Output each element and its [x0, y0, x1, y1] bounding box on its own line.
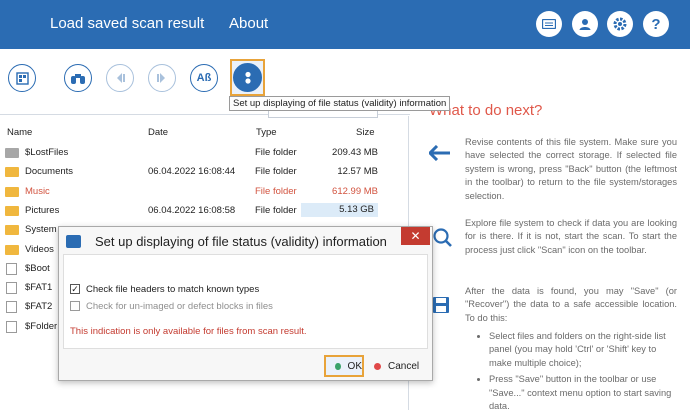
folder-icon: [5, 225, 19, 236]
availability-note: This indication is only available for fi…: [70, 326, 307, 337]
top-bar: Load saved scan result About ?: [0, 0, 690, 49]
view-mode-icon[interactable]: [8, 64, 36, 92]
check-blocks-label[interactable]: Check for un-imaged or defect blocks in …: [86, 301, 273, 312]
case-sensitive-icon[interactable]: Aß: [190, 64, 218, 92]
check-blocks-checkbox[interactable]: [70, 301, 80, 311]
cell-size: 209.43 MB: [332, 147, 378, 158]
help-paragraph-1: Revise contents of this file system. Mak…: [465, 137, 677, 201]
file-status-icon[interactable]: [233, 63, 262, 92]
cell-type: File folder: [255, 147, 297, 158]
help-panel: What to do next? Revise contents of this…: [410, 100, 690, 411]
check-headers-label[interactable]: Check file headers to match known types: [86, 284, 259, 295]
folder-icon: [5, 205, 19, 216]
keyboard-icon[interactable]: [536, 11, 562, 37]
cell-name: Pictures: [25, 204, 60, 216]
cancel-dot-icon: [374, 362, 381, 370]
file-icon: [6, 262, 17, 275]
cell-date: 06.04.2022 16:08:44: [148, 166, 236, 178]
cell-name: $FAT2: [25, 301, 53, 313]
column-type[interactable]: Type: [256, 127, 277, 138]
help-bullet: Select files and folders on the right-si…: [489, 330, 677, 370]
folder-icon: [5, 148, 19, 158]
close-button[interactable]: ✕: [401, 227, 430, 245]
menu-about[interactable]: About: [229, 15, 268, 32]
help-icon[interactable]: ?: [643, 11, 669, 37]
cell-type: File folder: [255, 185, 297, 197]
dialog-body: ✓ Check file headers to match known type…: [63, 254, 428, 349]
folder-icon: [5, 244, 19, 255]
case-sensitive-label: Aß: [196, 72, 212, 84]
ok-button[interactable]: OK: [324, 355, 364, 377]
cell-name: $FAT1: [25, 282, 53, 294]
forward-icon[interactable]: [148, 64, 176, 92]
cell-date: 06.04.2022 16:08:58: [148, 204, 236, 216]
help-paragraph-3: After the data is found, you may "Save" …: [465, 286, 677, 323]
cell-name: Music: [25, 185, 50, 197]
folder-icon: [5, 167, 19, 178]
column-name[interactable]: Name: [7, 127, 32, 138]
table-row[interactable]: Music File folder 612.99 MB: [0, 183, 400, 201]
dialog-title: Set up displaying of file status (validi…: [95, 234, 387, 249]
file-icon: [6, 320, 17, 333]
help-paragraph-2: Explore file system to check if data you…: [465, 218, 677, 255]
check-mark-icon: ✓: [71, 284, 79, 294]
file-status-dialog: Set up displaying of file status (validi…: [58, 226, 433, 381]
file-icon: [6, 282, 17, 295]
cell-name: Videos: [25, 243, 54, 255]
cell-size: 12.57 MB: [337, 166, 378, 178]
cell-size: 612.99 MB: [332, 185, 378, 197]
table-row[interactable]: $LostFiles File folder 209.43 MB: [0, 144, 400, 162]
cell-name: $LostFiles: [25, 147, 69, 158]
cell-name: $Folder: [25, 320, 58, 332]
column-size[interactable]: Size: [356, 127, 374, 138]
save-icon: [432, 296, 450, 320]
folder-icon: [5, 186, 19, 197]
cell-name: $Boot: [25, 262, 50, 274]
cell-name: System: [25, 224, 57, 236]
table-row[interactable]: Pictures 06.04.2022 16:08:58 File folder 5.…: [0, 202, 400, 220]
app-logo-icon: [66, 235, 81, 248]
back-icon[interactable]: [106, 64, 134, 92]
binoculars-icon[interactable]: [64, 64, 92, 92]
ok-label: OK: [347, 360, 362, 372]
user-icon[interactable]: [572, 11, 598, 37]
help-bullet: Press "Save" button in the toolbar or us…: [489, 373, 677, 413]
cancel-label: Cancel: [388, 360, 420, 372]
cell-name: Documents: [25, 166, 74, 178]
help-glyph: ?: [651, 15, 661, 33]
menu-load-saved-scan[interactable]: Load saved scan result: [50, 15, 204, 32]
table-row[interactable]: Documents 06.04.2022 16:08:44 File folder 1…: [0, 163, 400, 181]
cell-type: File folder: [255, 204, 297, 216]
back-arrow-icon: [427, 144, 451, 167]
scan-icon: [432, 227, 452, 253]
gear-icon[interactable]: [607, 11, 633, 37]
column-date[interactable]: Date: [148, 127, 168, 138]
check-headers-checkbox[interactable]: ✓: [70, 284, 80, 294]
file-icon: [6, 301, 17, 314]
ok-dot-icon: [335, 362, 341, 370]
cancel-button[interactable]: Cancel: [365, 355, 425, 377]
tooltip: Set up displaying of file status (validi…: [229, 96, 451, 111]
help-bullets: Select files and folders on the right-si…: [477, 330, 677, 416]
cell-type: File folder: [255, 166, 297, 178]
cell-size: 5.13 GB: [301, 202, 378, 217]
